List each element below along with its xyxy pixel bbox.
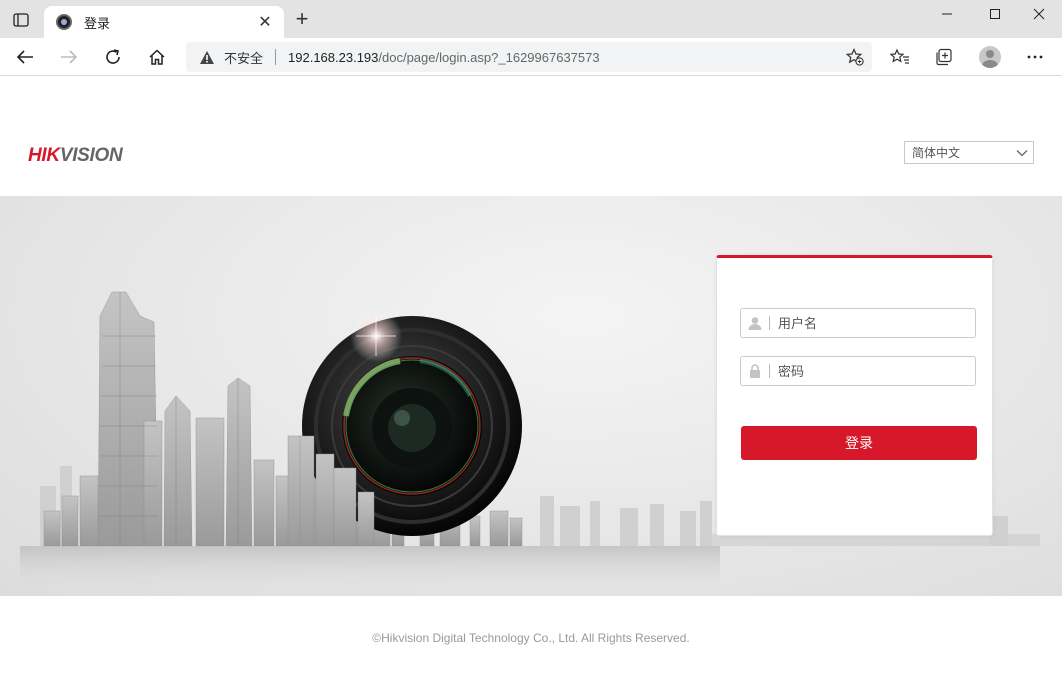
refresh-button[interactable]: [99, 43, 127, 71]
page-footer: ©Hikvision Digital Technology Co., Ltd. …: [0, 596, 1062, 698]
new-tab-button[interactable]: +: [290, 8, 314, 32]
favorites-icon: [890, 48, 909, 64]
url-text[interactable]: 192.168.23.193/doc/page/login.asp?_16299…: [288, 50, 600, 65]
browser-toolbar: 不安全 192.168.23.193/doc/page/login.asp?_1…: [0, 38, 1062, 76]
lock-icon: [741, 357, 769, 385]
login-page: HIKVISION 简体中文 用户名 登录 ©Hikvision Digital…: [0, 76, 1062, 698]
address-bar[interactable]: 不安全 192.168.23.193/doc/page/login.asp?_1…: [186, 42, 872, 72]
address-divider: [275, 49, 277, 65]
login-panel: 登录: [716, 255, 993, 536]
login-button[interactable]: 登录: [741, 426, 977, 460]
page-header: HIKVISION 简体中文: [0, 76, 1062, 196]
chevron-down-icon: [1011, 143, 1033, 163]
profile-button[interactable]: [976, 43, 1004, 71]
back-icon: [16, 50, 33, 64]
hero-banner: 登录: [0, 196, 1062, 596]
profile-avatar: [979, 46, 1001, 68]
field-divider: [769, 364, 770, 378]
minimize-button[interactable]: [924, 0, 970, 28]
collections-button[interactable]: [930, 43, 958, 71]
browser-tab[interactable]: 登录 ✕: [44, 6, 284, 38]
warning-icon[interactable]: [198, 48, 216, 66]
minimize-icon: [942, 13, 952, 15]
add-favorite-icon: [846, 48, 864, 66]
url-path: /doc/page/login.asp?_1629967637573: [378, 49, 600, 65]
tab-actions-icon: [13, 13, 29, 27]
close-tab-icon[interactable]: ✕: [256, 12, 274, 32]
language-select[interactable]: 简体中文: [904, 141, 1034, 164]
close-window-icon: [1033, 8, 1045, 20]
home-icon: [149, 49, 165, 65]
tab-actions-button[interactable]: [8, 9, 34, 31]
forward-button[interactable]: [55, 43, 83, 71]
more-icon: [1027, 55, 1043, 59]
password-input[interactable]: [778, 358, 968, 384]
browser-tab-bar: 登录 ✕ +: [0, 0, 1062, 38]
username-input[interactable]: [778, 310, 968, 336]
copyright-text: ©Hikvision Digital Technology Co., Ltd. …: [372, 631, 690, 645]
camera-favicon-icon: [56, 14, 72, 30]
field-divider: [769, 316, 770, 330]
refresh-icon: [106, 49, 120, 64]
password-field[interactable]: [740, 356, 976, 386]
username-field[interactable]: [740, 308, 976, 338]
collections-icon: [936, 48, 952, 66]
security-status-label[interactable]: 不安全: [224, 48, 263, 67]
forward-icon: [61, 50, 78, 64]
language-selected: 简体中文: [912, 146, 961, 160]
maximize-button[interactable]: [972, 0, 1018, 28]
user-icon: [741, 309, 769, 337]
maximize-icon: [990, 9, 1000, 19]
close-window-button[interactable]: [1016, 0, 1062, 28]
hikvision-logo: HIKVISION: [28, 145, 123, 167]
home-button[interactable]: [143, 43, 171, 71]
add-favorite-button[interactable]: [844, 46, 866, 68]
more-button[interactable]: [1021, 43, 1049, 71]
tab-title: 登录: [84, 15, 111, 31]
favorites-button[interactable]: [886, 43, 914, 71]
back-button[interactable]: [11, 43, 39, 71]
logo-part-hik: HIK: [28, 145, 60, 166]
logo-part-vision: VISION: [59, 145, 123, 166]
url-host: 192.168.23.193: [288, 49, 379, 65]
